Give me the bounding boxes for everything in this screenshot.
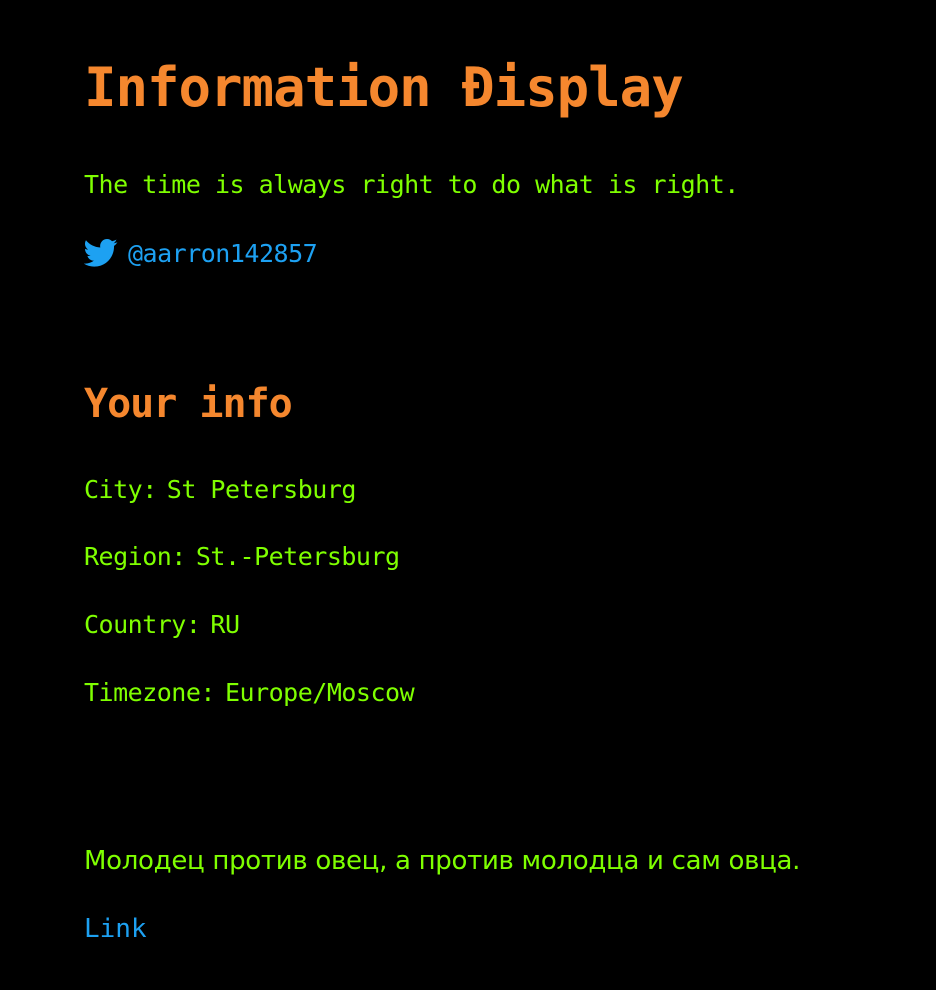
footer-link[interactable]: Link (84, 912, 147, 946)
quote-text: The time is always right to do what is r… (84, 170, 739, 199)
timezone-row: Timezone: Europe/Moscow (84, 676, 415, 710)
page: Information Đisplay The time is always r… (0, 0, 936, 990)
page-title: Information Đisplay (84, 56, 684, 119)
timezone-value: Europe/Moscow (224, 678, 415, 707)
city-row: City: St Petersburg (84, 473, 356, 507)
twitter-link[interactable]: @aarron142857 (83, 236, 318, 270)
proverb-text: Молодец против овец, а против молодца и … (84, 846, 801, 876)
twitter-handle: @aarron142857 (128, 238, 318, 268)
region-row: Region: St.-Petersburg (84, 540, 400, 574)
your-info-heading: Your info (84, 381, 293, 427)
twitter-bird-icon (83, 238, 118, 268)
city-value: St Petersburg (166, 475, 357, 504)
country-label: Country: (84, 610, 201, 639)
city-label: City: (84, 475, 157, 504)
timezone-label: Timezone: (84, 678, 215, 707)
region-value: St.-Petersburg (195, 542, 400, 571)
country-value: RU (210, 610, 240, 639)
region-label: Region: (84, 542, 186, 571)
country-row: Country: RU (84, 608, 240, 642)
